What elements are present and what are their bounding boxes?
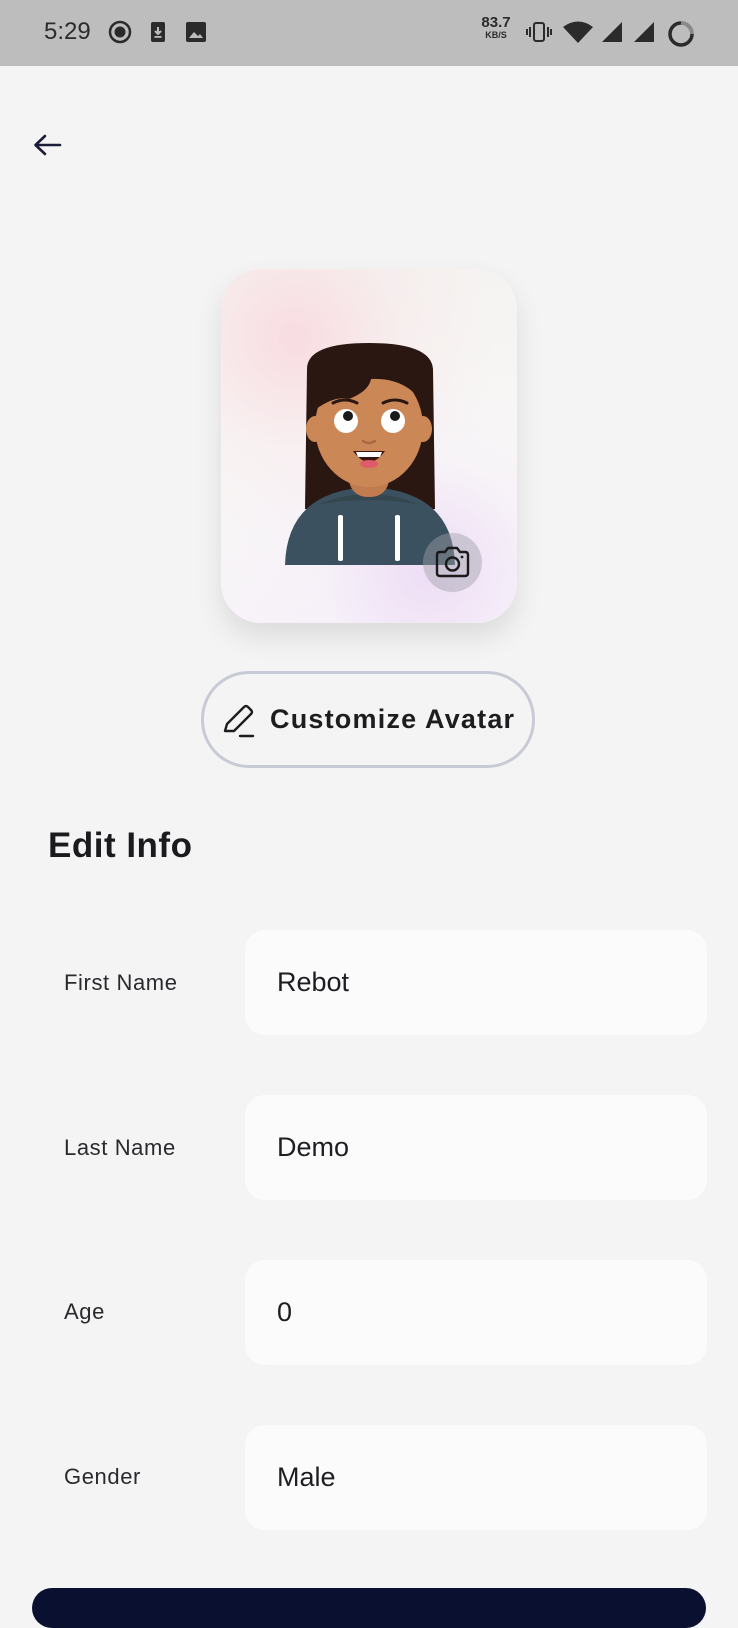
first-name-label: First Name	[64, 970, 178, 995]
gender-input[interactable]: Male	[245, 1425, 707, 1530]
camera-icon	[435, 546, 470, 578]
record-icon	[108, 20, 132, 44]
wifi-icon	[563, 21, 593, 43]
back-button[interactable]	[28, 128, 68, 168]
first-name-input[interactable]: Rebot	[245, 930, 707, 1035]
customize-avatar-label: Customize Avatar	[270, 704, 516, 734]
save-button[interactable]	[32, 1588, 706, 1628]
change-photo-button[interactable]	[423, 533, 482, 592]
vibrate-icon	[526, 22, 552, 42]
signal-icon	[634, 22, 654, 42]
gender-label: Gender	[64, 1464, 141, 1489]
image-icon	[186, 22, 206, 42]
signal-icon	[602, 22, 622, 42]
section-title: Edit Info	[48, 826, 193, 865]
status-bar: 5:29 83.7 KB/S	[0, 0, 738, 66]
status-time: 5:29	[44, 18, 91, 45]
last-name-input[interactable]: Demo	[245, 1095, 707, 1200]
net-speed-unit: KB/S	[485, 30, 507, 40]
download-icon	[151, 22, 165, 42]
age-label: Age	[64, 1299, 105, 1324]
age-input[interactable]: 0	[245, 1260, 707, 1365]
net-speed-value: 83.7	[481, 14, 511, 31]
customize-avatar-button[interactable]: Customize Avatar	[201, 671, 535, 768]
last-name-label: Last Name	[64, 1135, 176, 1160]
pencil-icon	[223, 704, 255, 738]
arrow-left-icon	[34, 134, 62, 156]
loading-icon	[668, 21, 694, 47]
net-speed: 83.7 KB/S	[476, 15, 516, 40]
